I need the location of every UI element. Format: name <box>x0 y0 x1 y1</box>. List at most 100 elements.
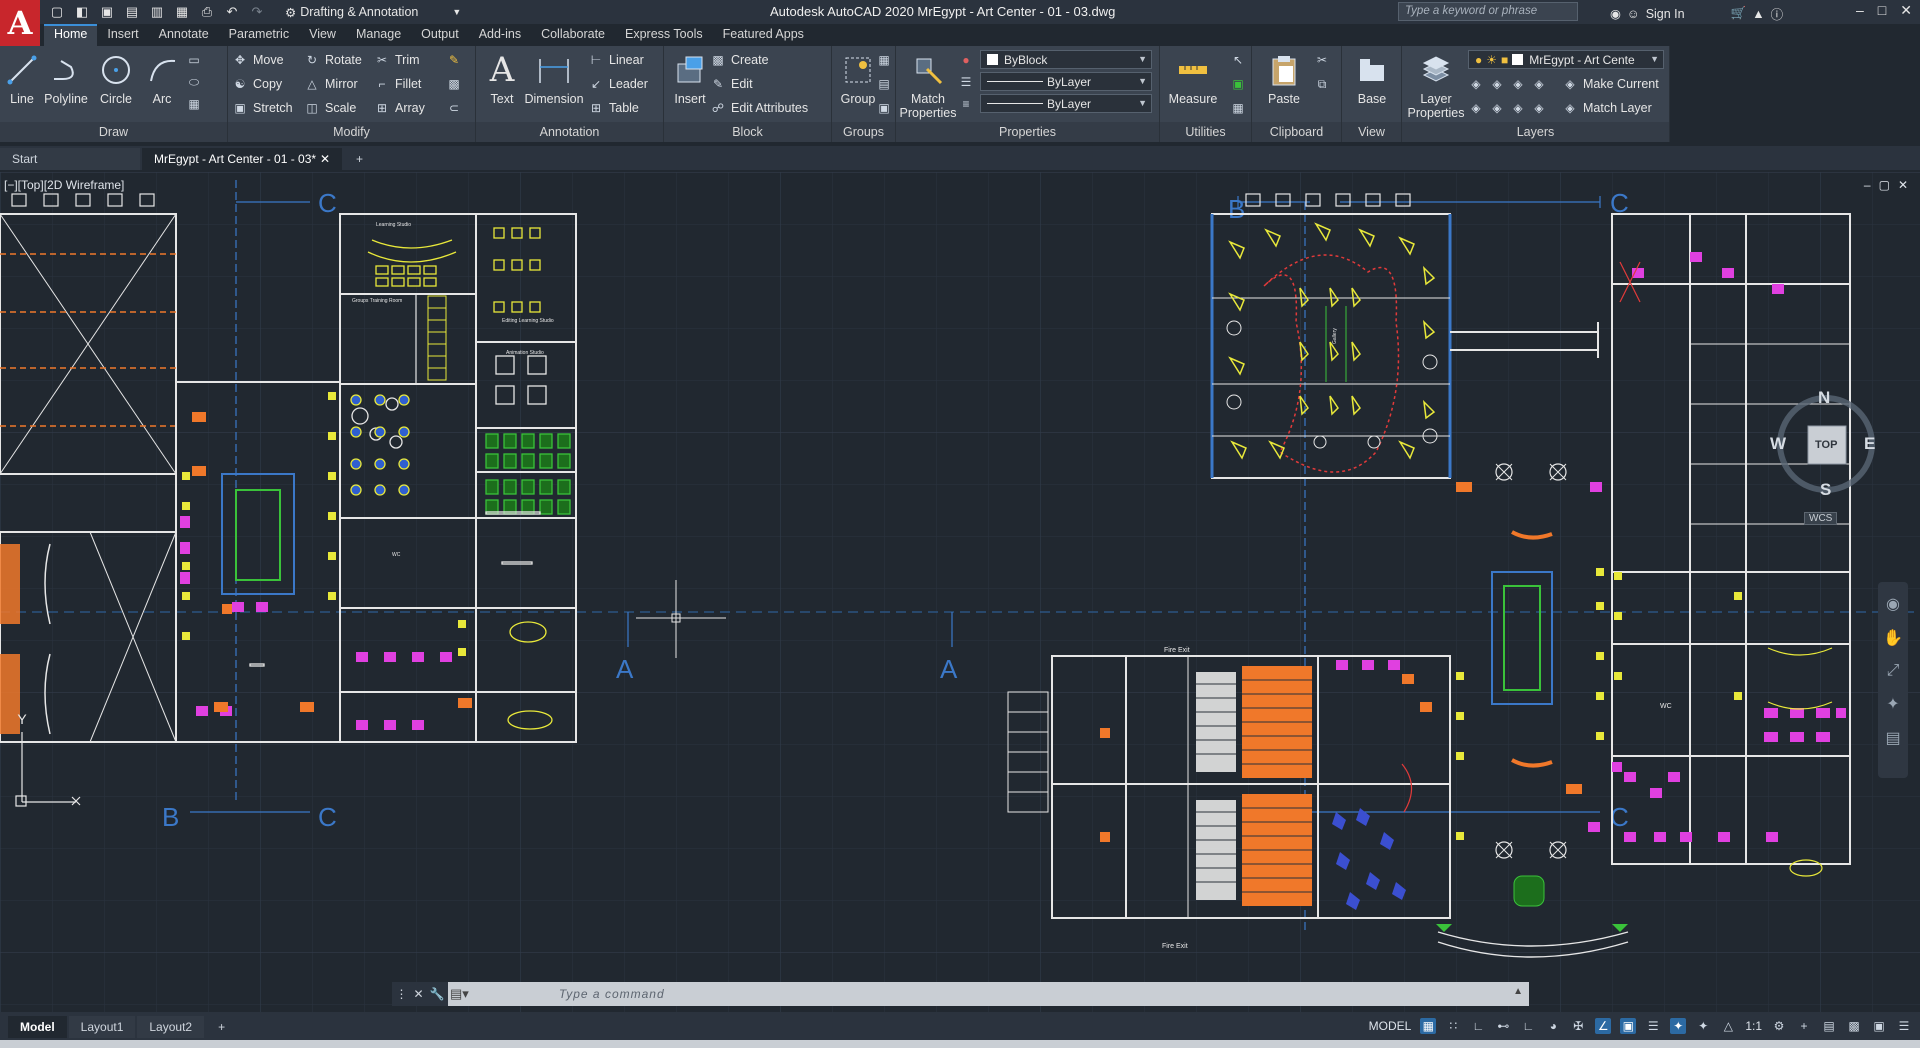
id-point-button[interactable]: ↖ <box>1230 50 1246 70</box>
annotation-visibility-icon[interactable]: ✦ <box>1670 1018 1687 1034</box>
tab-manage[interactable]: Manage <box>346 24 411 46</box>
circle-button[interactable]: Circle <box>90 52 142 106</box>
drawing-canvas[interactable]: [−][Top][2D Wireframe] – ▢ ✕ C B C A A B… <box>0 172 1920 1012</box>
restore-icon[interactable]: □ <box>1878 2 1886 19</box>
clipboard-panel-title[interactable]: Clipboard <box>1252 122 1341 142</box>
dimension-button[interactable]: Dimension <box>524 52 584 106</box>
tab-home[interactable]: Home <box>44 24 98 46</box>
tab-output[interactable]: Output <box>411 24 469 46</box>
floor-plan-drawing[interactable]: C B C A A B C C Learning Studio Groups T… <box>0 172 1920 1012</box>
tab-view[interactable]: View <box>299 24 346 46</box>
minimize-icon[interactable]: – <box>1856 2 1864 19</box>
match-layer-button[interactable]: ◈ Match Layer <box>1562 98 1651 118</box>
linetype-combo[interactable]: ByLayer ▼ <box>980 72 1152 91</box>
auto-scale-icon[interactable]: ✦ <box>1695 1018 1711 1034</box>
measure-button[interactable]: Measure <box>1164 52 1222 106</box>
close-command-line-icon[interactable]: ✕ <box>413 987 423 1001</box>
match-properties-button[interactable]: Match Properties <box>898 52 958 120</box>
layer-tools-row1[interactable]: ◈ ◈ ◈ ◈ <box>1468 74 1547 94</box>
layout-tab-layout2[interactable]: Layout2 <box>137 1016 205 1038</box>
isodraft-icon[interactable]: ✠ <box>1570 1018 1586 1034</box>
tab-collaborate[interactable]: Collaborate <box>531 24 615 46</box>
close-tab-icon[interactable]: ✕ <box>320 152 330 166</box>
block-panel-title[interactable]: Block <box>664 122 831 142</box>
ortho-icon[interactable]: ∟ <box>1520 1018 1536 1034</box>
trim-button[interactable]: ✂ Trim <box>374 50 420 70</box>
customize-icon[interactable]: ☰ <box>1896 1018 1912 1034</box>
save-to-web-icon[interactable]: ▦ <box>173 3 191 21</box>
infer-constraints-icon[interactable]: ∟ <box>1470 1018 1486 1034</box>
help-icon[interactable]: ⓘ <box>1771 4 1784 23</box>
modify-panel-title[interactable]: Modify <box>228 122 475 142</box>
workspace-dropdown[interactable]: ⚙ Drafting & Annotation ▼ <box>279 2 467 22</box>
a360-icon[interactable]: ▲ <box>1752 7 1764 21</box>
explode-button[interactable]: ▩ <box>446 74 462 94</box>
cart-icon[interactable]: 🛒 <box>1731 6 1747 21</box>
layout-tab-layout1[interactable]: Layout1 <box>68 1016 136 1038</box>
fillet-button[interactable]: ⌐ Fillet <box>374 74 421 94</box>
annotation-scale-icon[interactable]: △ <box>1720 1018 1736 1034</box>
tab-parametric[interactable]: Parametric <box>219 24 299 46</box>
erase-button[interactable]: ✎ <box>446 50 462 70</box>
zoom-extents-icon[interactable]: ⤢ <box>1878 662 1908 680</box>
group-select-button[interactable]: ▣ <box>876 98 892 118</box>
command-history-icon[interactable]: ▤▾ <box>450 986 469 1002</box>
calculator-button[interactable]: ▦ <box>1230 98 1246 118</box>
text-button[interactable]: A Text <box>476 50 528 106</box>
rotate-button[interactable]: ↻ Rotate <box>304 50 362 70</box>
lineweight-toggle-icon[interactable]: ☰ <box>1645 1018 1661 1034</box>
linear-button[interactable]: ⊢ Linear <box>588 50 644 70</box>
properties-panel-title[interactable]: Properties <box>896 122 1159 142</box>
viewport-minimize-icon[interactable]: – <box>1864 178 1871 192</box>
plus-icon[interactable]: + <box>1796 1018 1812 1034</box>
annotation-panel-title[interactable]: Annotation <box>476 122 663 142</box>
open-folder-icon[interactable]: ◧ <box>73 3 91 21</box>
orbit-icon[interactable]: ✦ <box>1878 694 1908 714</box>
save-icon[interactable]: ▣ <box>98 3 116 21</box>
plot-icon[interactable]: ⎙ <box>198 3 216 21</box>
tab-annotate[interactable]: Annotate <box>149 24 219 46</box>
copy-button[interactable]: ☯ Copy <box>232 74 283 94</box>
base-button[interactable]: Base <box>1346 52 1398 106</box>
move-button[interactable]: ✥ Move <box>232 50 284 70</box>
layer-tools-row2[interactable]: ◈ ◈ ◈ ◈ <box>1468 98 1547 118</box>
draw-panel-title[interactable]: Draw <box>0 122 227 142</box>
object-snap-tracking-icon[interactable]: ∠ <box>1595 1018 1612 1034</box>
grip-icon[interactable]: ⋮ <box>395 987 407 1001</box>
clean-screen-icon[interactable]: ▣ <box>1871 1018 1887 1034</box>
command-scroll-up-icon[interactable]: ▲ <box>1513 986 1523 997</box>
table-button[interactable]: ⊞ Table <box>588 98 639 118</box>
viewcube-top-face[interactable]: TOP <box>1815 439 1837 451</box>
copy-clip-button[interactable]: ⧉ <box>1314 74 1330 94</box>
new-tab-button[interactable]: + <box>344 148 375 170</box>
tab-express-tools[interactable]: Express Tools <box>615 24 713 46</box>
showmotion-icon[interactable]: ▤ <box>1878 728 1908 748</box>
steering-wheel-icon[interactable]: ◉ <box>1878 594 1908 614</box>
offset-button[interactable]: ⊂ <box>446 98 462 118</box>
new-file-icon[interactable]: ▢ <box>48 3 66 21</box>
file-tab-active[interactable]: MrEgypt - Art Center - 01 - 03* ✕ <box>142 148 342 170</box>
grid-icon[interactable]: ▦ <box>1420 1018 1437 1034</box>
quick-select-button[interactable]: ▣ <box>1230 74 1246 94</box>
tab-featured-apps[interactable]: Featured Apps <box>713 24 814 46</box>
undo-icon[interactable]: ↶ <box>223 3 241 21</box>
lineweight-combo[interactable]: ByLayer ▼ <box>980 94 1152 113</box>
compass-w[interactable]: W <box>1770 434 1786 454</box>
compass-s[interactable]: S <box>1820 480 1831 500</box>
pan-icon[interactable]: ✋ <box>1878 628 1908 648</box>
viewport-controls-label[interactable]: [−][Top][2D Wireframe] <box>4 178 124 192</box>
array-button[interactable]: ⊞ Array <box>374 98 425 118</box>
tab-insert[interactable]: Insert <box>97 24 148 46</box>
groups-panel-title[interactable]: Groups <box>832 122 895 142</box>
model-space-button[interactable]: MODEL <box>1369 1019 1412 1033</box>
color-wheel-button[interactable]: ● <box>958 50 974 70</box>
wrench-icon[interactable]: 🔧 <box>430 987 445 1001</box>
color-combo[interactable]: ByBlock ▼ <box>980 50 1152 69</box>
layer-properties-button[interactable]: Layer Properties <box>1406 52 1466 120</box>
redo-icon[interactable]: ↷ <box>248 3 266 21</box>
hardware-acceleration-icon[interactable]: ▩ <box>1846 1018 1862 1034</box>
tab-add-ins[interactable]: Add-ins <box>469 24 531 46</box>
polar-tracking-icon[interactable]: ◕ <box>1545 1018 1561 1034</box>
close-icon[interactable]: ✕ <box>1900 2 1912 19</box>
edit-attributes-button[interactable]: ☍ Edit Attributes <box>710 98 808 118</box>
